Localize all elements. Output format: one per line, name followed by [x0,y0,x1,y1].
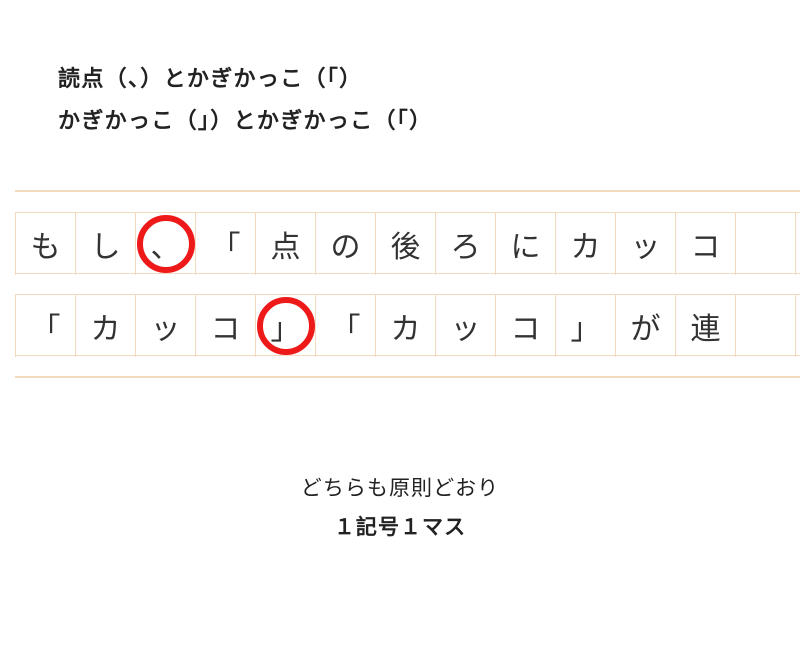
grid-cell: 「 [315,295,375,357]
highlight-circle [137,215,195,273]
grid-cell [795,295,800,357]
grid-cell: 」 [555,295,615,357]
grid-cell: 」 [255,295,315,357]
manuscript-grid: もし、「点の後ろにカッコ「カッコ」「カッコ」が連 [15,190,800,378]
grid-cell [735,295,795,357]
grid-cell [735,213,795,275]
heading: 読点（、）とかぎかっこ（「） かぎかっこ（」）とかぎかっこ（「） [58,58,432,142]
grid-row: 「カッコ」「カッコ」が連 [15,294,800,356]
footer-text: どちらも原則どおり １記号１マス [0,470,800,548]
grid-cell: ろ [435,213,495,275]
grid-cell: コ [495,295,555,357]
grid-cell: に [495,213,555,275]
grid-cell: コ [195,295,255,357]
grid-cell: 連 [675,295,735,357]
grid-cell: 点 [255,213,315,275]
grid-cell: ッ [615,213,675,275]
grid-cell: 「 [195,213,255,275]
grid-cell: ッ [435,295,495,357]
footer-line-2: １記号１マス [0,509,800,548]
grid-cell: 、 [135,213,195,275]
grid-cell: ッ [135,295,195,357]
grid-cell: コ [675,213,735,275]
grid-cell: が [615,295,675,357]
highlight-circle [257,297,315,355]
grid-cell: カ [75,295,135,357]
grid-cell: し [75,213,135,275]
grid-cell: カ [375,295,435,357]
grid-row: もし、「点の後ろにカッコ [15,212,800,274]
grid-cell: も [15,213,75,275]
footer-line-1: どちらも原則どおり [0,470,800,509]
grid-cell: カ [555,213,615,275]
grid-cell [795,213,800,275]
grid-cell: 「 [15,295,75,357]
grid-cell: の [315,213,375,275]
heading-line-2: かぎかっこ（」）とかぎかっこ（「） [58,100,432,142]
grid-cell: 後 [375,213,435,275]
heading-line-1: 読点（、）とかぎかっこ（「） [58,58,432,100]
